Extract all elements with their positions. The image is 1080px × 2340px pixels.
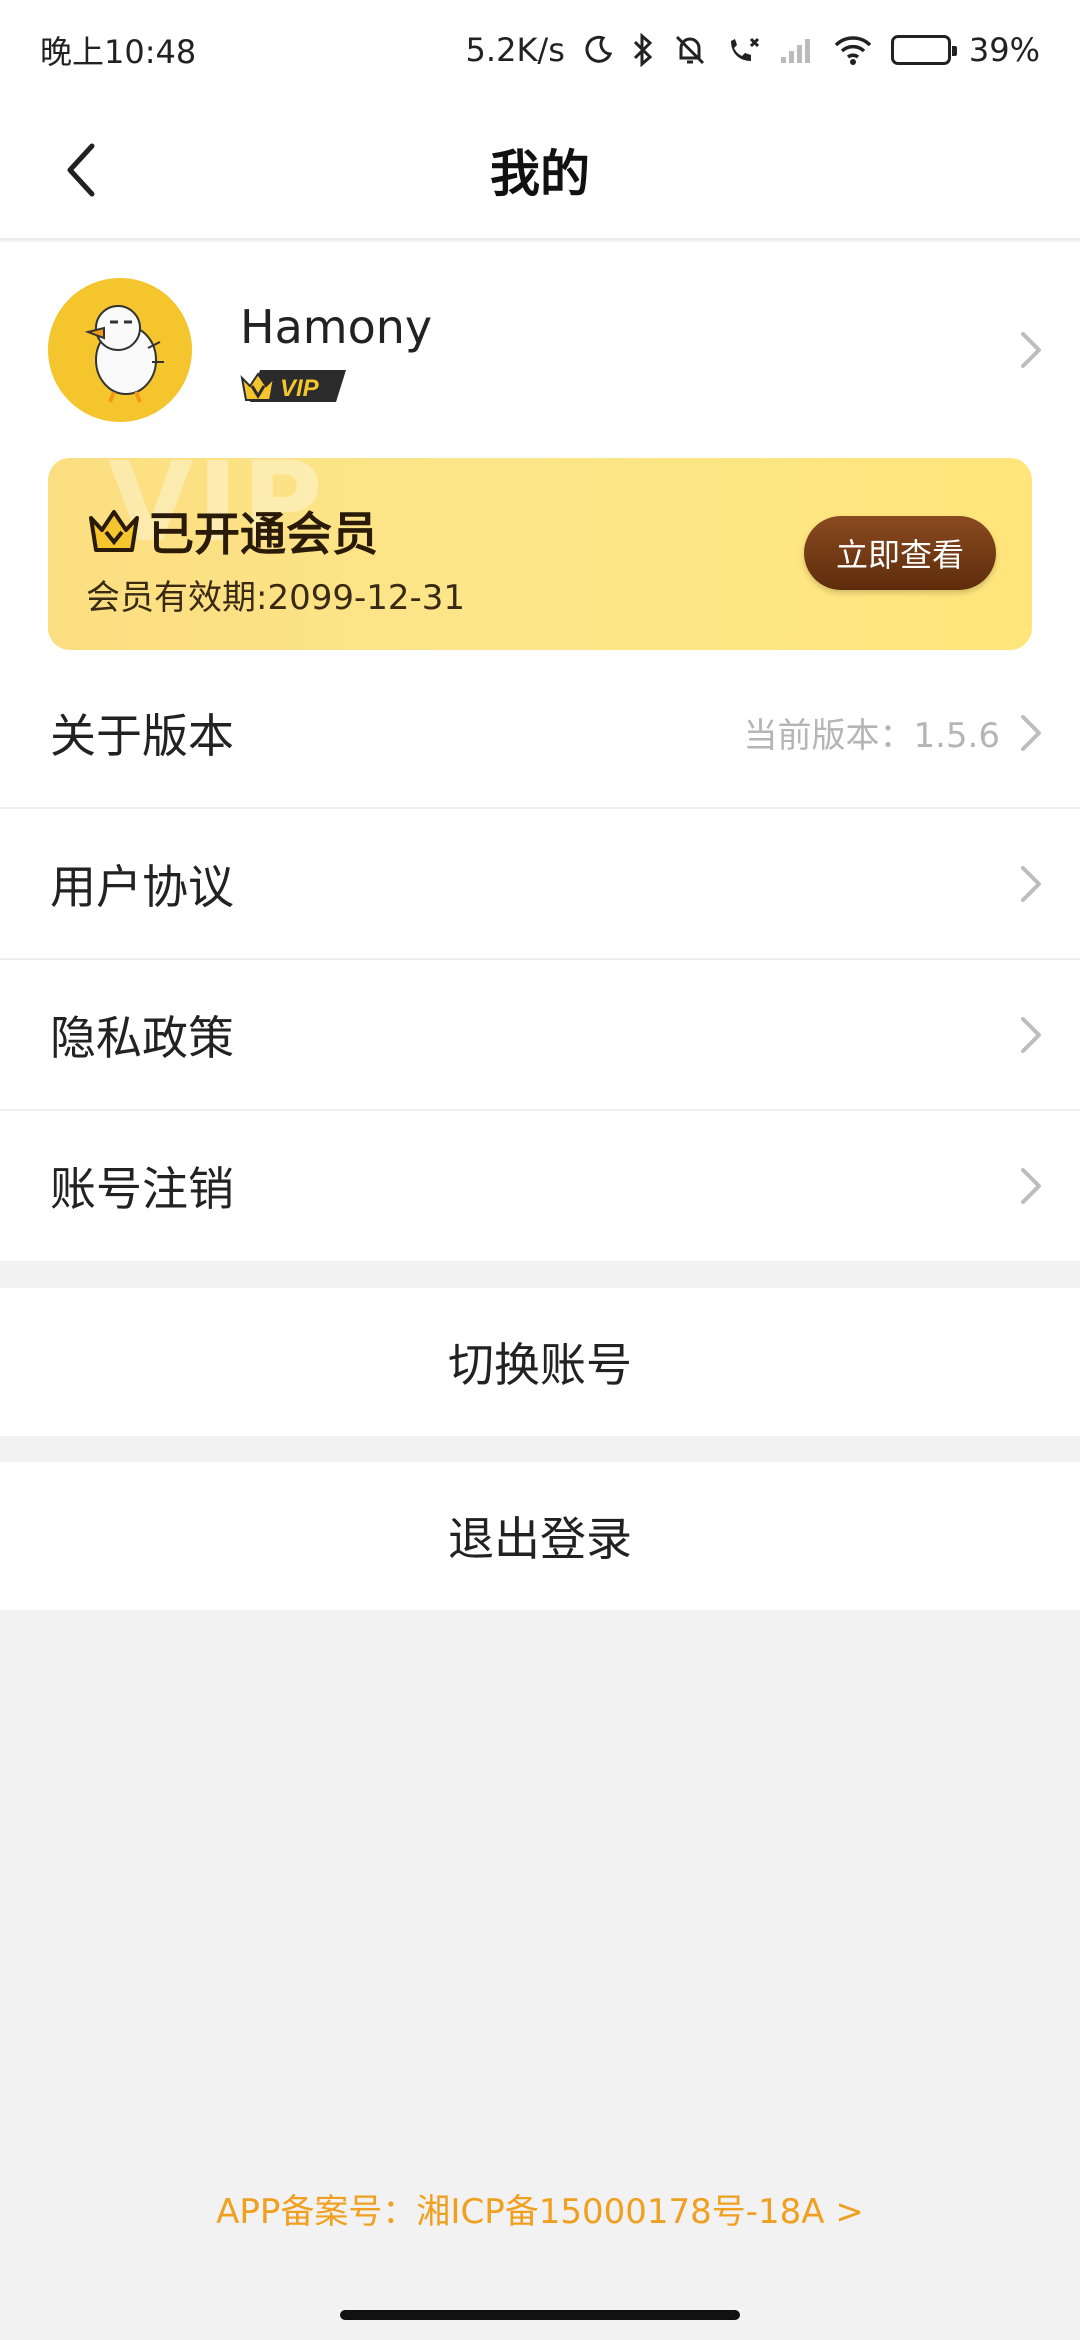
profile-row[interactable]: Hamony VIP bbox=[0, 242, 1080, 460]
title-bar: 我的 bbox=[0, 100, 1080, 240]
member-card[interactable]: VIP 已开通会员 会员有效期:2099-12-31 立即查看 bbox=[48, 458, 1032, 650]
net-speed: 5.2K/s bbox=[465, 31, 565, 69]
chevron-right-icon bbox=[1018, 1162, 1044, 1214]
battery-icon bbox=[890, 35, 957, 65]
current-version: 当前版本：1.5.6 bbox=[743, 716, 1000, 756]
bluetooth-icon bbox=[631, 33, 655, 67]
wifi-icon bbox=[833, 34, 873, 66]
moon-icon bbox=[583, 35, 613, 65]
vip-badge: VIP bbox=[240, 368, 348, 404]
status-icons: 5.2K/s 39% bbox=[466, 31, 1040, 69]
call-icon bbox=[725, 33, 761, 67]
menu-item-label: 用户协议 bbox=[50, 859, 234, 914]
status-bar: 晚上10:48 5.2K/s 39% bbox=[0, 0, 1080, 100]
icp-link[interactable]: APP备案号：湘ICP备15000178号-18A > bbox=[0, 2184, 1080, 2233]
battery-percent: 39% bbox=[968, 31, 1040, 69]
chevron-right-icon bbox=[1018, 1011, 1044, 1063]
menu-item-label: 隐私政策 bbox=[50, 1010, 234, 1065]
menu-item-about-version[interactable]: 关于版本 当前版本：1.5.6 bbox=[0, 658, 1080, 809]
menu-item-user-agreement[interactable]: 用户协议 bbox=[0, 809, 1080, 960]
chevron-right-icon bbox=[1018, 860, 1044, 912]
menu-list: 关于版本 当前版本：1.5.6 用户协议 隐私政策 账号注销 bbox=[0, 658, 1080, 1261]
avatar[interactable] bbox=[48, 278, 192, 422]
menu-item-label: 关于版本 bbox=[50, 708, 234, 763]
vip-badge-text: VIP bbox=[280, 375, 320, 402]
page-title: 我的 bbox=[490, 145, 590, 203]
crown-icon bbox=[89, 510, 139, 552]
username: Hamony bbox=[240, 300, 433, 354]
home-indicator[interactable] bbox=[340, 2310, 740, 2320]
bell-off-icon bbox=[673, 33, 707, 67]
member-title-text: 已开通会员 bbox=[148, 507, 378, 561]
view-now-button[interactable]: 立即查看 bbox=[804, 516, 996, 590]
signal-icon bbox=[779, 35, 815, 65]
status-time: 晚上10:48 bbox=[40, 33, 197, 71]
menu-item-label: 账号注销 bbox=[50, 1162, 234, 1216]
member-expiry: 会员有效期:2099-12-31 bbox=[86, 578, 466, 618]
chevron-right-icon bbox=[1018, 709, 1044, 761]
member-title: 已开通会员 bbox=[88, 498, 378, 564]
chevron-right-icon bbox=[1018, 328, 1044, 376]
back-button[interactable] bbox=[40, 130, 120, 210]
logout-button[interactable]: 退出登录 bbox=[0, 1462, 1080, 1610]
menu-item-delete-account[interactable]: 账号注销 bbox=[0, 1111, 1080, 1261]
member-area: VIP 已开通会员 会员有效期:2099-12-31 立即查看 bbox=[0, 458, 1080, 658]
screen: 晚上10:48 5.2K/s 39% 我的 Hamony VIP VIP 已开通… bbox=[0, 0, 1080, 2340]
menu-item-privacy-policy[interactable]: 隐私政策 bbox=[0, 960, 1080, 1111]
duck-avatar-icon bbox=[48, 278, 192, 422]
switch-account-button[interactable]: 切换账号 bbox=[0, 1288, 1080, 1436]
chevron-left-icon bbox=[67, 143, 95, 197]
